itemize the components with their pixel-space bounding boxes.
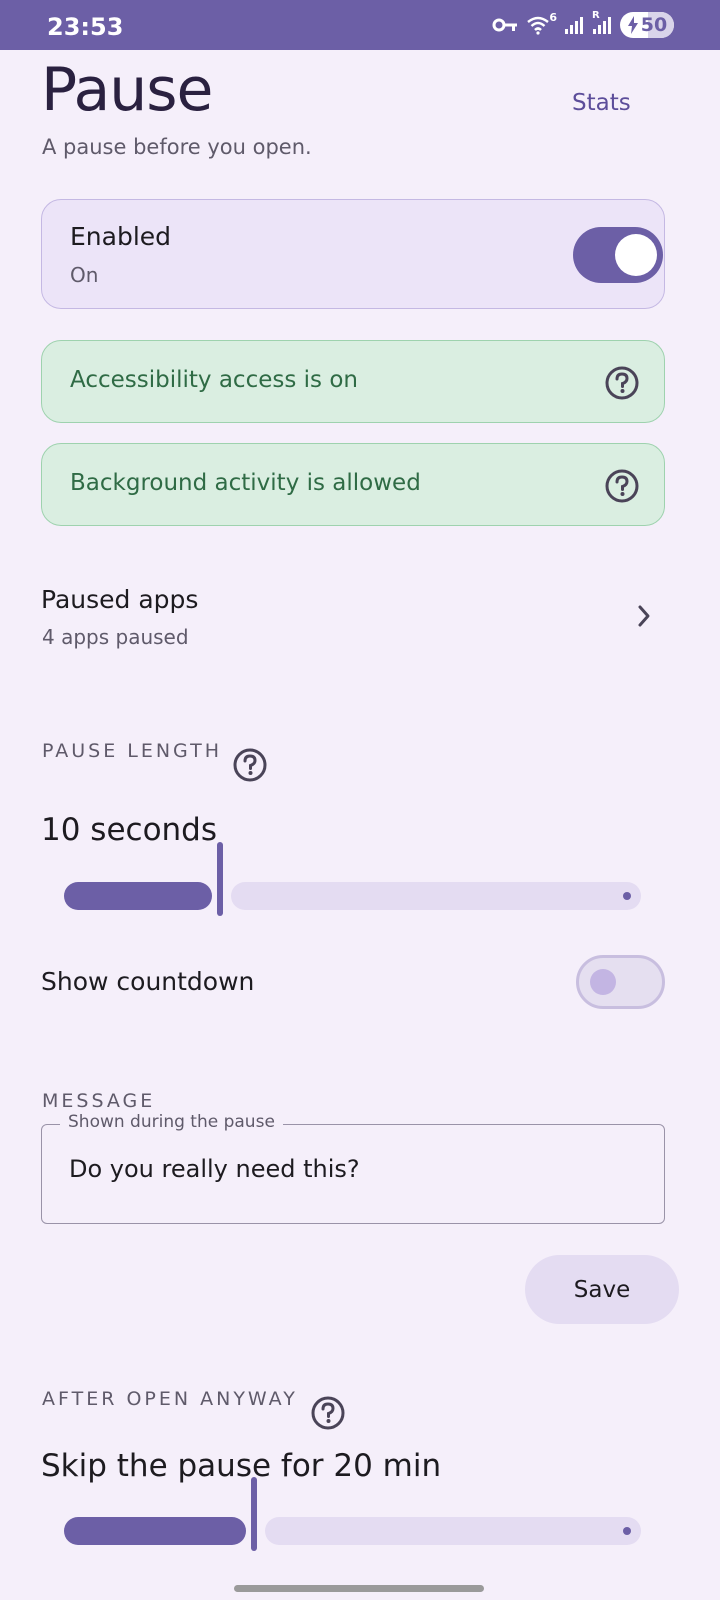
status-time: 23:53 (47, 13, 124, 41)
slider-handle[interactable] (217, 842, 223, 916)
show-countdown-toggle[interactable] (576, 955, 665, 1009)
slider-active-track (64, 1517, 246, 1545)
message-input[interactable] (69, 1149, 629, 1189)
roaming-label: R (592, 10, 600, 21)
help-icon[interactable] (232, 747, 268, 783)
after-open-value: Skip the pause for 20 min (41, 1448, 442, 1484)
battery-level: 50 (640, 14, 668, 36)
wifi-icon: 6 (526, 11, 557, 35)
slider-inactive-track (265, 1517, 641, 1545)
background-activity-status-card: Background activity is allowed (41, 443, 665, 526)
gesture-nav-handle[interactable] (234, 1585, 484, 1592)
enabled-toggle[interactable] (573, 227, 663, 283)
network-type-label: 6 (549, 11, 557, 24)
slider-inactive-track (231, 882, 641, 910)
help-icon[interactable] (604, 365, 640, 401)
background-activity-status-text: Background activity is allowed (70, 470, 421, 496)
signal-roaming-icon: R (592, 10, 612, 35)
stats-button[interactable]: Stats (572, 90, 631, 116)
slider-stop-indicator (623, 892, 631, 900)
accessibility-status-text: Accessibility access is on (70, 367, 358, 393)
page-title: Pause (41, 55, 213, 125)
chevron-right-icon (636, 604, 652, 632)
enabled-state: On (70, 263, 99, 287)
slider-handle[interactable] (251, 1477, 257, 1551)
pause-length-value: 10 seconds (41, 812, 218, 848)
toggle-knob (615, 234, 657, 276)
vpn-key-icon (492, 17, 518, 33)
pause-length-slider[interactable] (64, 842, 641, 926)
status-bar: 23:53 6 R 50 (0, 0, 720, 50)
paused-apps-label: Paused apps (41, 585, 199, 614)
save-button[interactable]: Save (525, 1255, 679, 1324)
slider-stop-indicator (623, 1527, 631, 1535)
battery-charging-icon: 50 (620, 12, 674, 38)
help-icon[interactable] (604, 468, 640, 504)
pause-length-header: PAUSE LENGTH (42, 740, 222, 762)
message-field-label: Shown during the pause (60, 1112, 283, 1132)
message-header: MESSAGE (42, 1090, 156, 1112)
signal-icon (564, 15, 584, 35)
status-icons: 6 R 50 (492, 10, 674, 38)
page-subtitle: A pause before you open. (42, 135, 312, 159)
after-open-header: AFTER OPEN ANYWAY (42, 1388, 298, 1410)
slider-active-track (64, 882, 212, 910)
help-icon[interactable] (310, 1395, 346, 1431)
message-field[interactable]: Shown during the pause (41, 1112, 665, 1224)
paused-apps-count: 4 apps paused (42, 625, 189, 649)
toggle-knob (590, 969, 616, 995)
enabled-label: Enabled (70, 222, 172, 251)
after-open-slider[interactable] (64, 1477, 641, 1561)
enabled-card[interactable]: Enabled On (41, 199, 665, 309)
accessibility-status-card: Accessibility access is on (41, 340, 665, 423)
show-countdown-label: Show countdown (41, 967, 255, 996)
